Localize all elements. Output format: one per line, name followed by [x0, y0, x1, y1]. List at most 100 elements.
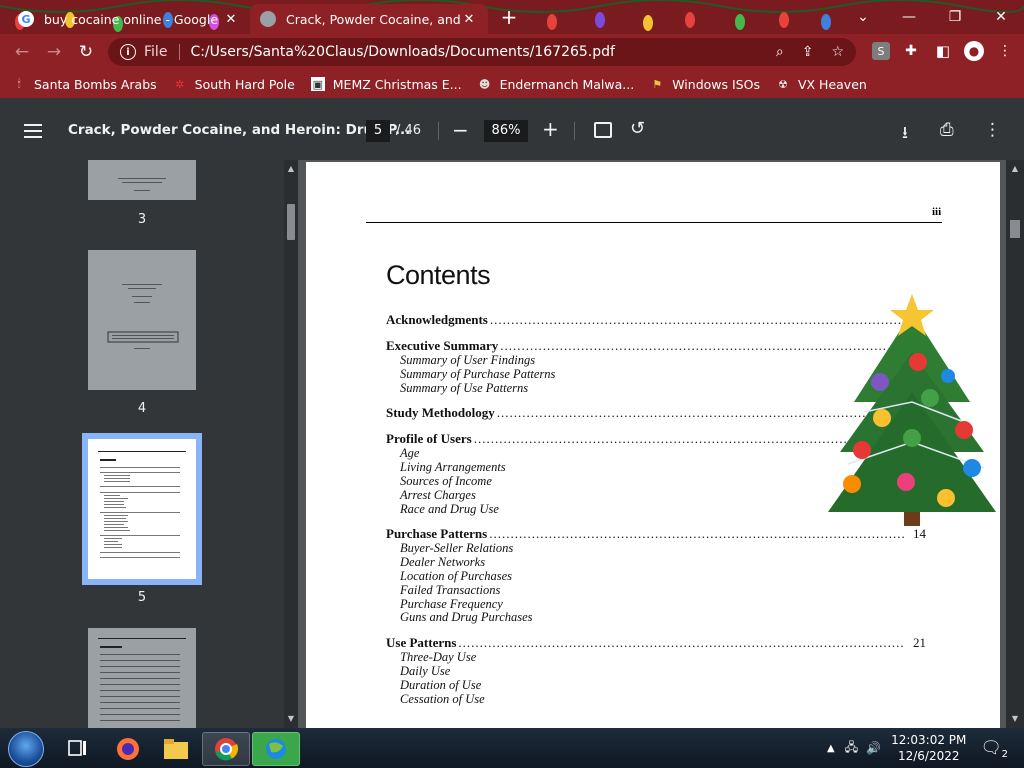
star-icon[interactable]: ☆ — [831, 44, 844, 60]
tab-pdf-document[interactable]: Crack, Powder Cocaine, and Heroin ✕ — [250, 4, 488, 34]
scheme-label: File — [144, 44, 168, 60]
reload-button[interactable]: ↻ — [70, 36, 102, 68]
profile-avatar-icon[interactable]: ● — [964, 41, 984, 61]
toc-subentry[interactable]: Three-Day Use — [386, 650, 926, 665]
show-hidden-icons-arrow[interactable]: ▲ — [827, 743, 835, 754]
share-icon[interactable]: ⇪ — [802, 44, 814, 60]
zoom-level-input[interactable]: 86% — [484, 120, 528, 142]
puzzle-icon[interactable]: ✚ — [900, 40, 922, 62]
toc-subentry[interactable]: Duration of Use — [386, 678, 926, 693]
close-icon[interactable]: ✕ — [460, 12, 478, 27]
windows-taskbar: ▲ 🖧 🔊 12:03:02 PM 12/6/2022 🗨 2 — [0, 728, 1024, 768]
scroll-up-arrow[interactable]: ▲ — [284, 164, 298, 173]
scrollbar-thumb[interactable] — [1010, 220, 1020, 238]
contents-heading: Contents — [386, 260, 491, 290]
side-panel-icon[interactable]: ◧ — [932, 40, 954, 62]
thumbnail-preview — [98, 451, 186, 558]
window-controls: ⌄ — ❐ ✕ — [840, 0, 1024, 34]
bookmark-label: Santa Bombs Arabs — [34, 76, 157, 92]
toc-subentry[interactable]: Location of Purchases — [386, 569, 926, 584]
bookmark-label: Endermanch Malwa... — [499, 76, 635, 92]
scrollbar-thumb[interactable] — [287, 204, 295, 240]
firefox-glyph — [117, 738, 139, 760]
chevron-down-icon[interactable]: ⌄ — [840, 0, 886, 34]
menu-icon[interactable] — [24, 124, 42, 142]
thumbnail-number: 5 — [137, 590, 147, 605]
toc-entry[interactable]: Purchase Patterns 14 — [386, 526, 926, 542]
download-icon[interactable]: ⭳ — [902, 120, 908, 149]
toc-subentry[interactable]: Buyer-Seller Relations — [386, 542, 926, 556]
document-viewport[interactable]: iii Contents Acknowledgments Executive Su… — [298, 160, 1006, 728]
page-thumbnail[interactable] — [88, 160, 196, 200]
print-icon[interactable]: ⎙ — [940, 120, 954, 140]
network-icon[interactable]: 🖧 — [845, 738, 858, 759]
toc-subentry[interactable]: Dealer Networks — [386, 555, 926, 570]
zoom-icon[interactable]: ⌕ — [776, 44, 784, 60]
document-scrollbar[interactable]: ▲ ▼ — [1006, 160, 1024, 728]
clock-date: 12/6/2022 — [897, 749, 960, 763]
new-tab-button[interactable]: + — [498, 6, 520, 28]
page-thumbnail[interactable] — [88, 439, 196, 579]
toc-subentry[interactable]: Purchase Frequency — [386, 597, 926, 612]
page-thumbnail[interactable] — [88, 250, 196, 390]
app-globe-icon[interactable] — [252, 732, 300, 766]
bookmark-item[interactable]: ☢ VX Heaven — [776, 77, 867, 92]
divider — [179, 44, 181, 60]
browser-toolbar: ← → ↻ i File C:/Users/Santa%20Claus/Down… — [0, 34, 1024, 70]
bookmark-item[interactable]: ✲ South Hard Pole — [173, 77, 295, 92]
minimize-button[interactable]: — — [886, 0, 932, 34]
address-bar[interactable]: i File C:/Users/Santa%20Claus/Downloads/… — [108, 38, 856, 66]
toc-subentry[interactable]: Daily Use — [386, 664, 926, 679]
zoom-out-button[interactable]: − — [452, 118, 469, 142]
zoom-in-button[interactable]: + — [542, 117, 559, 141]
toc-subentry[interactable]: Cessation of Use — [386, 692, 926, 707]
globe-icon — [260, 11, 276, 27]
bookmark-item[interactable]: 🕯 Santa Bombs Arabs — [12, 76, 157, 92]
divider — [438, 122, 439, 140]
volume-icon[interactable]: 🔊 — [866, 741, 881, 755]
bookmark-item[interactable]: ☻ Endermanch Malwa... — [478, 76, 635, 92]
extension-s-icon[interactable]: S — [872, 42, 890, 60]
firefox-icon[interactable] — [104, 732, 152, 766]
notification-center-icon[interactable]: 🗨 2 — [980, 738, 1008, 760]
system-tray: ▲ 🖧 🔊 12:03:02 PM 12/6/2022 🗨 2 — [827, 728, 1024, 768]
scroll-down-arrow[interactable]: ▼ — [284, 714, 298, 723]
tab-google-search[interactable]: G buy cocaine online - Google Search ✕ — [8, 4, 250, 34]
toc-subentry[interactable]: Failed Transactions — [386, 583, 926, 598]
info-icon[interactable]: i — [120, 44, 136, 60]
fit-to-page-icon[interactable] — [594, 122, 612, 138]
scroll-down-arrow[interactable]: ▼ — [1008, 714, 1022, 723]
chrome-glyph — [215, 738, 239, 761]
back-button[interactable]: ← — [6, 36, 38, 68]
url-text[interactable]: C:/Users/Santa%20Claus/Downloads/Documen… — [190, 44, 775, 60]
bookmark-item[interactable]: ⚑ Windows ISOs — [650, 77, 760, 92]
page-number-input[interactable]: 5 — [366, 120, 390, 142]
close-window-button[interactable]: ✕ — [978, 0, 1024, 34]
bookmark-item[interactable]: ▣ MEMZ Christmas E... — [310, 76, 462, 92]
chrome-icon[interactable] — [202, 732, 250, 766]
memz-icon: ▣ — [310, 77, 325, 91]
toc-subentry[interactable]: Guns and Drug Purchases — [386, 611, 926, 625]
close-icon[interactable]: ✕ — [222, 12, 240, 27]
divider — [574, 122, 575, 140]
menu-kebab-icon[interactable]: ⋮ — [994, 40, 1016, 62]
toc-entry[interactable]: Use Patterns 21 — [386, 635, 926, 651]
sidebar-scrollbar[interactable]: ▲ ▼ — [284, 160, 298, 728]
task-view-icon[interactable] — [54, 732, 102, 766]
clock[interactable]: 12:03:02 PM 12/6/2022 — [891, 732, 966, 764]
santa-icon: 🕯 — [17, 77, 21, 90]
file-explorer-icon[interactable] — [152, 732, 200, 766]
restore-button[interactable]: ❐ — [932, 0, 978, 34]
bookmark-label: MEMZ Christmas E... — [332, 76, 462, 92]
forward-button[interactable]: → — [38, 36, 70, 68]
snowflake-icon: ✲ — [175, 77, 185, 91]
christmas-tree-decoration — [828, 294, 996, 526]
page-thumbnail[interactable] — [88, 628, 196, 728]
thumbnail-preview — [118, 178, 166, 191]
scroll-up-arrow[interactable]: ▲ — [1008, 164, 1022, 173]
rotate-icon[interactable]: ↺ — [630, 118, 645, 139]
start-button[interactable] — [8, 731, 44, 767]
toc-leader-dots — [458, 635, 904, 651]
vx-icon: ☢ — [778, 77, 788, 91]
more-options-icon[interactable]: ⋮ — [984, 120, 1001, 140]
